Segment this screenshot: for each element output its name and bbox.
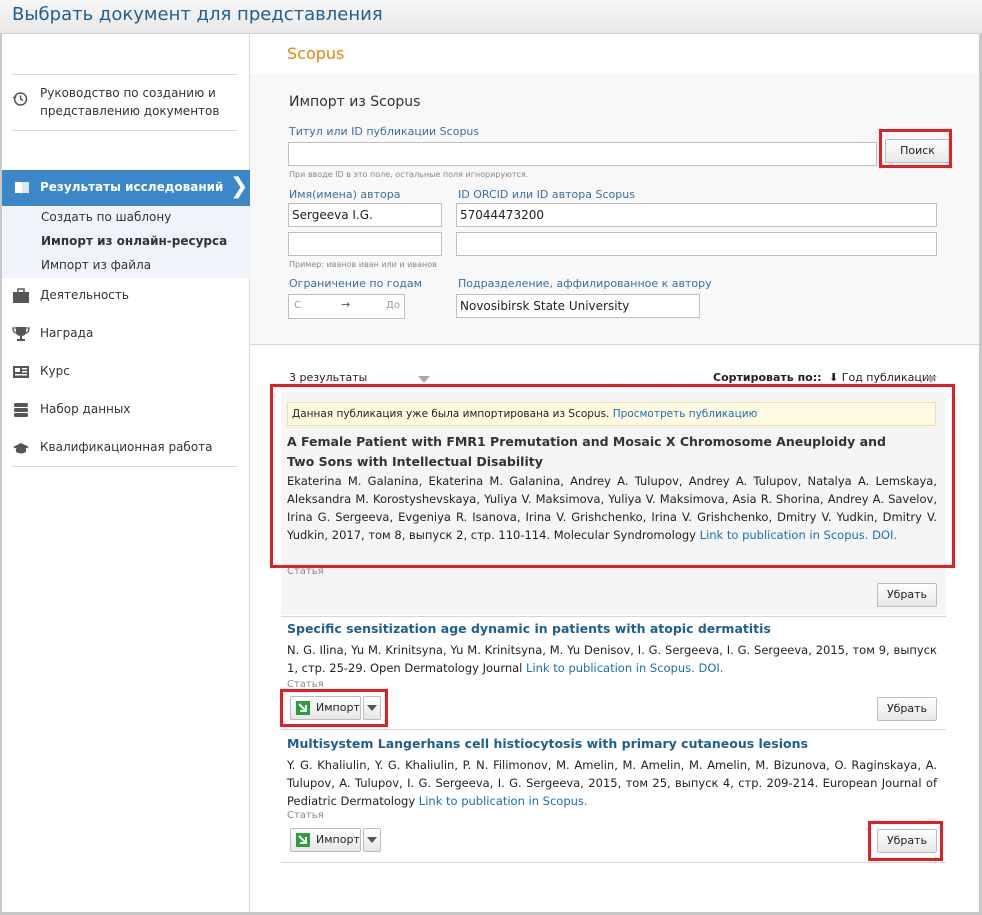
- sidebar-item-course[interactable]: Курс: [12, 357, 237, 387]
- briefcase-icon: [13, 288, 29, 303]
- sidebar-item-label: Деятельность: [40, 288, 129, 302]
- sidebar-item-label: Набор данных: [40, 402, 131, 416]
- form-heading: Импорт из Scopus: [289, 94, 421, 110]
- affiliation-field-label: Подразделение, аффилированное к автору: [458, 277, 712, 290]
- trophy-icon: [12, 327, 30, 341]
- author-input[interactable]: [288, 203, 442, 227]
- affiliation-input[interactable]: [456, 294, 700, 318]
- orcid-field-label: ID ORCID или ID автора Scopus: [458, 188, 635, 201]
- submenu-import-online[interactable]: Импорт из онлайн-ресурса: [41, 234, 227, 248]
- window-title: Выбрать документ для представления: [12, 4, 383, 25]
- import-options-button[interactable]: [363, 828, 381, 852]
- source-title: Scopus: [287, 44, 345, 63]
- author-field-label: Имя(имена) автора: [289, 188, 401, 201]
- sidebar-item-label: Награда: [40, 326, 94, 340]
- import-form: Импорт из Scopus Титул или ID публикации…: [250, 74, 979, 344]
- author-input-2[interactable]: [288, 232, 442, 256]
- sidebar-item-label: Квалификационная работа: [40, 440, 213, 454]
- result-title[interactable]: Specific sensitization age dynamic in pa…: [287, 619, 937, 639]
- doi-link[interactable]: DOI.: [698, 661, 723, 675]
- result-item: Multisystem Langerhans cell histiocytosi…: [281, 734, 946, 860]
- sidebar-divider: [12, 130, 237, 131]
- title-hint: При вводе ID в это поле, остальные поля …: [289, 170, 529, 179]
- sort-dropdown-icon[interactable]: [925, 376, 937, 383]
- author-hint: Пример: иванов иван или и иванов: [289, 260, 437, 269]
- import-arrow-icon: [296, 833, 310, 847]
- result-divider: [281, 862, 946, 863]
- sidebar: Руководство по созданию и представлению …: [2, 34, 250, 912]
- result-title[interactable]: Multisystem Langerhans cell histiocytosi…: [287, 734, 937, 754]
- year-range-label: Ограничение по годам: [289, 277, 422, 290]
- database-icon: [14, 403, 28, 417]
- year-range-input[interactable]: С → До: [288, 294, 405, 319]
- sort-control[interactable]: Сортировать по:: ⬇ Год публикации: [713, 371, 936, 384]
- results-count-dropdown-icon[interactable]: [418, 376, 430, 383]
- sidebar-item-thesis[interactable]: Квалификационная работа: [12, 433, 237, 463]
- result-highlight-box: [270, 384, 955, 568]
- result-divider: [281, 616, 946, 617]
- graduation-cap-icon: [13, 443, 29, 454]
- year-range-arrow: →: [341, 298, 351, 311]
- sidebar-item-activity[interactable]: Деятельность: [12, 281, 237, 311]
- orcid-input[interactable]: [456, 203, 937, 227]
- remove-button[interactable]: Убрать: [877, 583, 937, 607]
- sidebar-item-award[interactable]: Награда: [12, 319, 237, 349]
- result-citation: N. G. Ilina, Yu M. Krinitsyna, Yu M. Kri…: [287, 641, 937, 677]
- history-icon: [12, 92, 28, 106]
- result-type: Статья: [287, 810, 324, 821]
- results-count: 3 результаты: [289, 371, 368, 384]
- sidebar-submenu: Создать по шаблону Импорт из онлайн-ресу…: [2, 206, 250, 278]
- import-highlight-box: [280, 689, 388, 727]
- remove-highlight-box: [868, 821, 943, 861]
- course-icon: [13, 366, 29, 378]
- result-divider: [281, 729, 946, 730]
- book-icon: [15, 182, 29, 194]
- sidebar-divider: [12, 74, 237, 75]
- submenu-create-from-template[interactable]: Создать по шаблону: [41, 210, 171, 224]
- year-to-placeholder: До: [386, 300, 400, 311]
- title-input[interactable]: [288, 142, 877, 166]
- result-authors: Y. G. Khaliulin, Y. G. Khaliulin, P. N. …: [287, 758, 937, 808]
- chevron-right-icon: ❯: [230, 174, 249, 199]
- title-field-label: Титул или ID публикации Scopus: [289, 125, 480, 138]
- dropdown-arrow-icon: [367, 837, 377, 843]
- sort-label: Сортировать по::: [713, 371, 822, 384]
- form-divider: [250, 344, 979, 345]
- result-citation: Y. G. Khaliulin, Y. G. Khaliulin, P. N. …: [287, 756, 937, 810]
- orcid-input-2[interactable]: [456, 232, 937, 256]
- scopus-link[interactable]: Link to publication in Scopus.: [526, 661, 695, 675]
- year-from-placeholder: С: [294, 300, 301, 311]
- sidebar-divider: [12, 466, 237, 467]
- sidebar-item-label: Курс: [40, 364, 70, 378]
- import-button-label: Импорт: [316, 833, 360, 846]
- sort-direction-icon: ⬇: [829, 371, 839, 384]
- submenu-import-file[interactable]: Импорт из файла: [41, 258, 151, 272]
- import-button[interactable]: Импорт: [290, 828, 361, 852]
- sidebar-item-label: Руководство по созданию и представлению …: [40, 86, 220, 118]
- sidebar-item-dataset[interactable]: Набор данных: [12, 395, 237, 425]
- scopus-link[interactable]: Link to publication in Scopus.: [419, 794, 588, 808]
- sidebar-item-research-results[interactable]: Результаты исследований ❯: [2, 170, 250, 206]
- remove-button[interactable]: Убрать: [877, 697, 937, 721]
- main-panel: Scopus Импорт из Scopus Титул или ID пуб…: [250, 34, 979, 912]
- sidebar-item-label: Результаты исследований: [40, 180, 224, 194]
- sort-value: Год публикации: [841, 371, 937, 384]
- search-highlight-box: [879, 129, 952, 168]
- window-titlebar: Выбрать документ для представления: [0, 0, 982, 34]
